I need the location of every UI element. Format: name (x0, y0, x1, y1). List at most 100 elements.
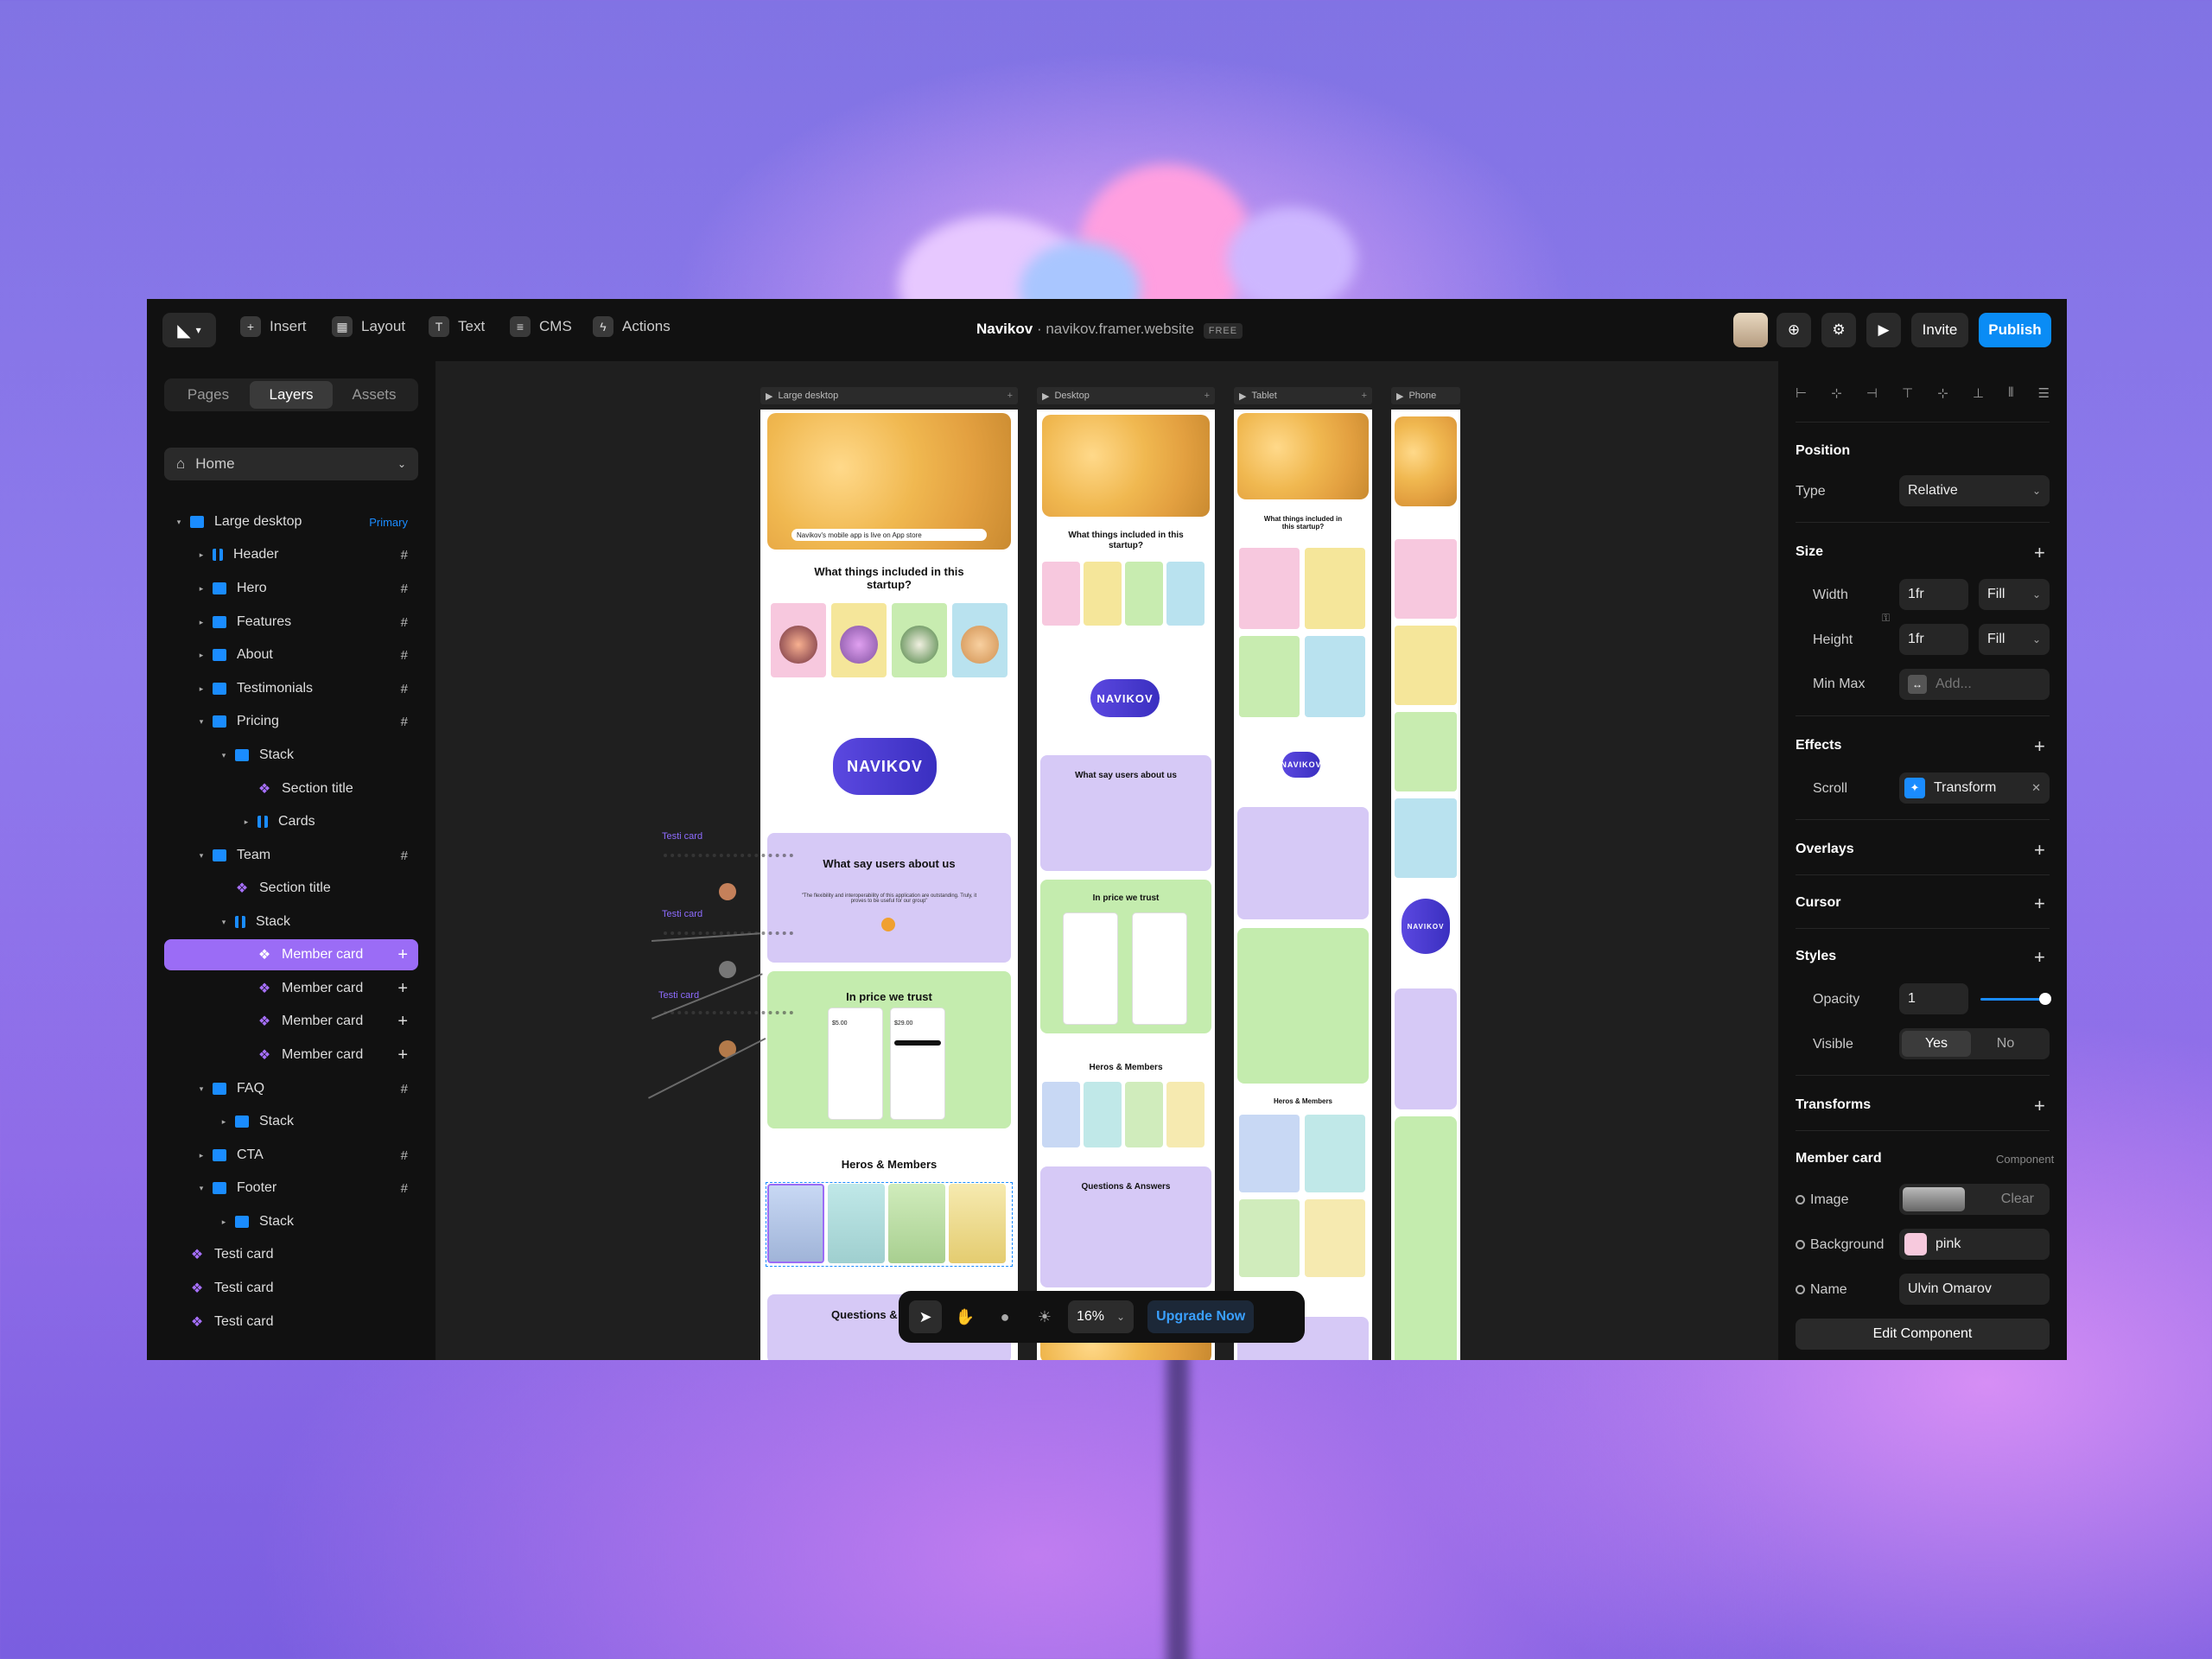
variable-icon[interactable] (1796, 1285, 1805, 1294)
aspect-lock-icon[interactable]: ⚿ (1882, 612, 1890, 625)
height-mode-select[interactable]: Fill ⌄ (1979, 624, 2050, 655)
layer-member-card[interactable]: ❖ Member card + (164, 1006, 418, 1037)
publish-button[interactable]: Publish (1979, 313, 2051, 347)
member-card[interactable] (1125, 1082, 1163, 1147)
member-card[interactable] (1042, 1082, 1080, 1147)
align-top-icon[interactable]: ⊤ (1902, 385, 1913, 401)
tab-assets[interactable]: Assets (333, 381, 416, 409)
plus-icon[interactable]: + (397, 1012, 408, 1032)
align-center-v-icon[interactable]: ⊹ (1937, 385, 1948, 401)
variable-icon[interactable] (1796, 1240, 1805, 1249)
layer-testi-card[interactable]: ❖ Testi card (164, 1273, 418, 1304)
layer-header[interactable]: ▸ Header # (164, 539, 418, 570)
frame-header-phone[interactable]: ▶ Phone (1391, 387, 1460, 404)
layer-testi-card[interactable]: ❖ Testi card (164, 1306, 418, 1338)
image-prop-input[interactable]: Clear (1899, 1184, 2050, 1215)
tab-layers[interactable]: Layers (250, 381, 333, 409)
distribute-h-icon[interactable]: ⫴ (2008, 385, 2013, 401)
text-button[interactable]: T Text (429, 316, 485, 337)
plus-icon[interactable]: + (2034, 946, 2045, 969)
layer-cta[interactable]: ▸ CTA # (164, 1140, 418, 1171)
layer-about[interactable]: ▸ About # (164, 639, 418, 671)
layer-testi-card[interactable]: ❖ Testi card (164, 1239, 418, 1270)
layer-hero[interactable]: ▸ Hero # (164, 573, 418, 604)
layout-button[interactable]: ▦ Layout (332, 316, 405, 337)
plus-icon[interactable]: + (2034, 1095, 2045, 1117)
layer-pricing[interactable]: ▾ Pricing # (164, 706, 418, 737)
frame-desktop[interactable]: What things included in this startup? NA… (1037, 410, 1215, 1360)
visible-no-option[interactable]: No (1971, 1031, 2040, 1057)
zoom-select[interactable]: 16% ⌄ (1068, 1300, 1135, 1333)
align-center-h-icon[interactable]: ⊹ (1831, 385, 1842, 401)
layer-testimonials[interactable]: ▸ Testimonials # (164, 673, 418, 704)
member-card[interactable] (1166, 1082, 1205, 1147)
hand-tool-button[interactable]: ✋ (949, 1300, 982, 1333)
cms-button[interactable]: ≡ CMS (510, 316, 572, 337)
plus-icon[interactable]: + (2034, 542, 2045, 564)
layer-section-title[interactable]: ❖ Section title (164, 773, 418, 804)
layer-member-card[interactable]: ❖ Member card + (164, 1039, 418, 1071)
comment-tool-button[interactable]: ● (988, 1300, 1021, 1333)
member-card[interactable] (828, 1184, 885, 1263)
layer-member-card-selected[interactable]: ❖ Member card + (164, 939, 418, 970)
align-right-icon[interactable]: ⊣ (1866, 385, 1878, 401)
layer-cards[interactable]: ▸ Cards (164, 806, 418, 837)
plus-icon[interactable]: + (397, 945, 408, 965)
visible-yes-option[interactable]: Yes (1902, 1031, 1971, 1057)
tab-pages[interactable]: Pages (167, 381, 250, 409)
layer-team[interactable]: ▾ Team # (164, 840, 418, 871)
framer-menu-button[interactable]: ◣ ▾ (162, 313, 216, 347)
invite-button[interactable]: Invite (1911, 313, 1968, 347)
close-icon[interactable]: ✕ (2031, 781, 2041, 795)
layer-member-card[interactable]: ❖ Member card + (164, 973, 418, 1004)
layer-large-desktop[interactable]: ▾ Large desktop Primary (164, 506, 418, 537)
member-card[interactable] (1239, 1115, 1300, 1192)
actions-button[interactable]: ϟ Actions (593, 316, 671, 337)
layer-footer[interactable]: ▾ Footer # (164, 1173, 418, 1204)
upgrade-button[interactable]: Upgrade Now (1147, 1300, 1255, 1333)
frame-phone[interactable]: NAVIKOV (1391, 410, 1460, 1360)
layer-features[interactable]: ▸ Features # (164, 607, 418, 638)
width-mode-select[interactable]: Fill ⌄ (1979, 579, 2050, 610)
align-bottom-icon[interactable]: ⊥ (1973, 385, 1984, 401)
name-prop-input[interactable]: Ulvin Omarov (1899, 1274, 2050, 1305)
frame-header-desktop[interactable]: ▶ Desktop + (1037, 387, 1215, 404)
frame-tablet[interactable]: What things included in this startup? NA… (1234, 410, 1372, 1360)
page-select[interactable]: ⌂ Home ⌄ (164, 448, 418, 480)
plus-icon[interactable]: + (2034, 893, 2045, 915)
insert-button[interactable]: + Insert (240, 316, 307, 337)
background-prop-input[interactable]: pink (1899, 1229, 2050, 1260)
member-card[interactable] (1239, 1199, 1300, 1277)
variable-icon[interactable] (1796, 1195, 1805, 1205)
width-input[interactable]: 1fr (1899, 579, 1968, 610)
plus-icon[interactable]: + (397, 979, 408, 999)
edit-component-button[interactable]: Edit Component (1796, 1319, 2050, 1350)
plus-icon[interactable]: + (1362, 391, 1367, 401)
member-card[interactable] (1305, 1199, 1365, 1277)
scroll-effect-chip[interactable]: ✦ Transform ✕ (1899, 772, 2050, 804)
frame-header-large-desktop[interactable]: ▶ Large desktop + (760, 387, 1018, 404)
member-card[interactable] (888, 1184, 945, 1263)
clear-image-button[interactable]: Clear (2001, 1192, 2034, 1207)
user-avatar[interactable] (1733, 313, 1768, 347)
plus-icon[interactable]: + (2034, 735, 2045, 758)
distribute-v-icon[interactable]: ☰ (2038, 385, 2050, 401)
member-card[interactable] (767, 1184, 824, 1263)
layer-footer-stack[interactable]: ▸ Stack (164, 1206, 418, 1237)
plus-icon[interactable]: + (2034, 839, 2045, 861)
layer-faq[interactable]: ▾ FAQ # (164, 1073, 418, 1104)
height-input[interactable]: 1fr (1899, 624, 1968, 655)
member-card[interactable] (949, 1184, 1006, 1263)
globe-button[interactable]: ⊕ (1777, 313, 1811, 347)
canvas[interactable]: ▶ Large desktop + ▶ Desktop + ▶ Tablet + ▶ Phon… (435, 361, 1778, 1360)
settings-button[interactable]: ⚙ (1821, 313, 1856, 347)
layer-team-section-title[interactable]: ❖ Section title (164, 873, 418, 904)
project-title[interactable]: Navikov · navikov.framer.website FREE (976, 321, 1243, 339)
preview-button[interactable]: ▶ (1866, 313, 1901, 347)
plus-icon[interactable]: + (1007, 391, 1013, 401)
pointer-tool-button[interactable]: ➤ (909, 1300, 942, 1333)
min-max-input[interactable]: ↔ Add... (1899, 669, 2050, 700)
frame-header-tablet[interactable]: ▶ Tablet + (1234, 387, 1372, 404)
member-card[interactable] (1084, 1082, 1122, 1147)
plus-icon[interactable]: + (1205, 391, 1210, 401)
